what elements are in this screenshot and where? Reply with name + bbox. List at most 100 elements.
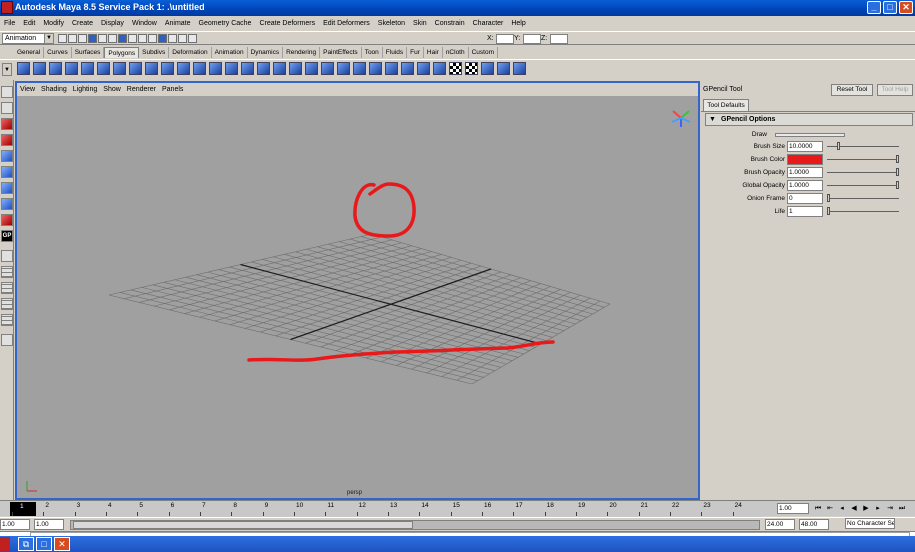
playback-end-field[interactable]: 24.00	[765, 519, 795, 530]
menu-skeleton[interactable]: Skeleton	[374, 20, 409, 27]
play-backwards-icon[interactable]: ◀	[849, 503, 859, 514]
y-input[interactable]	[523, 34, 541, 44]
menu-geometry-cache[interactable]: Geometry Cache	[195, 20, 256, 27]
rotate-tool-icon[interactable]	[1, 150, 13, 162]
poly-helix-icon[interactable]	[161, 62, 174, 75]
uv-texture-editor-icon[interactable]	[465, 62, 478, 75]
time-slider-track[interactable]: 1 2 3 4 5 6 7 8 9 10 11 12 13 14 15 16 17 18 19 20 21 22 23 24	[10, 501, 762, 517]
snap-curve-icon[interactable]	[128, 34, 137, 43]
extrude-icon[interactable]	[257, 62, 270, 75]
graph-layout-icon[interactable]	[1, 298, 13, 310]
history-icon[interactable]	[158, 34, 167, 43]
slider-thumb[interactable]	[837, 142, 840, 150]
slider-thumb[interactable]	[827, 194, 830, 202]
shelf-tab-surfaces[interactable]: Surfaces	[72, 47, 105, 58]
shelf-tab-animation[interactable]: Animation	[212, 47, 248, 58]
smooth-icon[interactable]	[241, 62, 254, 75]
animation-end-field[interactable]: 48.00	[799, 519, 829, 530]
slider-thumb[interactable]	[896, 155, 899, 163]
animation-start-field[interactable]: 1.00	[0, 519, 30, 530]
shelf-tab-subdivs[interactable]: Subdivs	[139, 47, 170, 58]
menu-display[interactable]: Display	[97, 20, 128, 27]
shelf-tab-general[interactable]: General	[14, 47, 45, 58]
viewport-menu-renderer[interactable]: Renderer	[124, 83, 159, 96]
shelf-tab-dynamics[interactable]: Dynamics	[248, 47, 284, 58]
select-tool-icon[interactable]	[1, 86, 13, 98]
wedge-face-icon[interactable]	[401, 62, 414, 75]
viewport-menu-view[interactable]: View	[17, 83, 38, 96]
viewport-canvas[interactable]	[17, 96, 698, 498]
menu-file[interactable]: File	[0, 20, 19, 27]
append-polygon-icon[interactable]	[289, 62, 302, 75]
restore-button[interactable]: ⧉	[18, 537, 34, 551]
maya-taskbar-icon[interactable]	[0, 537, 10, 551]
current-frame-field[interactable]: 1.00	[777, 503, 809, 514]
tab-tool-defaults[interactable]: Tool Defaults	[703, 99, 749, 111]
current-time-marker[interactable]: 1	[10, 502, 36, 516]
shelf-tab-deformation[interactable]: Deformation	[169, 47, 212, 58]
brush-size-slider[interactable]	[827, 142, 899, 150]
planar-mapping-icon[interactable]	[433, 62, 446, 75]
sew-uv-icon[interactable]	[481, 62, 494, 75]
menu-edit-deformers[interactable]: Edit Deformers	[319, 20, 374, 27]
slider-thumb[interactable]	[896, 181, 899, 189]
shelf-tab-curves[interactable]: Curves	[44, 47, 72, 58]
reset-tool-button[interactable]: Reset Tool	[831, 84, 873, 96]
last-tool-icon[interactable]	[1, 214, 13, 226]
open-scene-icon[interactable]	[68, 34, 77, 43]
menu-edit[interactable]: Edit	[19, 20, 39, 27]
snap-grid-icon[interactable]	[118, 34, 127, 43]
collapse-triangle-icon[interactable]: ▼	[709, 116, 716, 123]
global-opacity-field[interactable]: 1.0000	[787, 180, 823, 191]
go-to-start-icon[interactable]: ⏮	[813, 503, 823, 514]
go-to-end-icon[interactable]: ⏭	[897, 503, 907, 514]
perspective-viewport[interactable]: View Shading Lighting Show Renderer Pane…	[15, 81, 700, 500]
scale-tool-icon[interactable]	[1, 166, 13, 178]
z-input[interactable]	[550, 34, 568, 44]
life-slider[interactable]	[827, 207, 899, 215]
brush-color-slider[interactable]	[827, 155, 899, 163]
poly-sphere-icon[interactable]	[17, 62, 30, 75]
play-forwards-icon[interactable]: ▶	[861, 503, 871, 514]
poly-torus-icon[interactable]	[97, 62, 110, 75]
maximize-button[interactable]: □	[883, 1, 897, 14]
view-cube-axis-icon[interactable]	[671, 110, 691, 127]
menu-window[interactable]: Window	[128, 20, 161, 27]
save-scene-icon[interactable]	[78, 34, 87, 43]
step-forward-frame-icon[interactable]: ▸	[873, 503, 883, 514]
split-polygon-icon[interactable]	[321, 62, 334, 75]
slider-thumb[interactable]	[827, 207, 830, 215]
onion-frame-field[interactable]: 0	[787, 193, 823, 204]
four-pane-layout-icon[interactable]	[1, 266, 13, 278]
new-scene-icon[interactable]	[58, 34, 67, 43]
move-uv-icon[interactable]	[497, 62, 510, 75]
shelf-tab-ncloth[interactable]: nCloth	[443, 47, 469, 58]
maya-app-icon[interactable]	[1, 1, 13, 14]
combine-icon[interactable]	[193, 62, 206, 75]
ipr-render-icon[interactable]	[178, 34, 187, 43]
bridge-icon[interactable]	[273, 62, 286, 75]
menu-character[interactable]: Character	[469, 20, 508, 27]
tool-help-button[interactable]: Tool Help	[877, 84, 913, 96]
viewport-menu-lighting[interactable]: Lighting	[70, 83, 101, 96]
step-back-frame-icon[interactable]: ◂	[837, 503, 847, 514]
snap-point-icon[interactable]	[138, 34, 147, 43]
menu-modify[interactable]: Modify	[39, 20, 68, 27]
range-slider-bar[interactable]	[70, 520, 760, 530]
shelf-tab-rendering[interactable]: Rendering	[283, 47, 321, 58]
separate-icon[interactable]	[209, 62, 222, 75]
close-button[interactable]: ✕	[899, 1, 913, 14]
duplicate-face-icon[interactable]	[417, 62, 430, 75]
shelf-tab-custom[interactable]: Custom	[469, 47, 499, 58]
menu-set-select[interactable]: Animation ▼	[2, 33, 54, 44]
bevel-icon[interactable]	[369, 62, 382, 75]
viewport-menu-panels[interactable]: Panels	[159, 83, 186, 96]
life-field[interactable]: 1	[787, 206, 823, 217]
fill-hole-icon[interactable]	[305, 62, 318, 75]
menu-create[interactable]: Create	[68, 20, 97, 27]
lasso-tool-icon[interactable]	[1, 102, 13, 114]
poly-cylinder-icon[interactable]	[49, 62, 62, 75]
poly-cube-icon[interactable]	[33, 62, 46, 75]
render-settings-icon[interactable]	[188, 34, 197, 43]
select-by-component-icon[interactable]	[108, 34, 117, 43]
